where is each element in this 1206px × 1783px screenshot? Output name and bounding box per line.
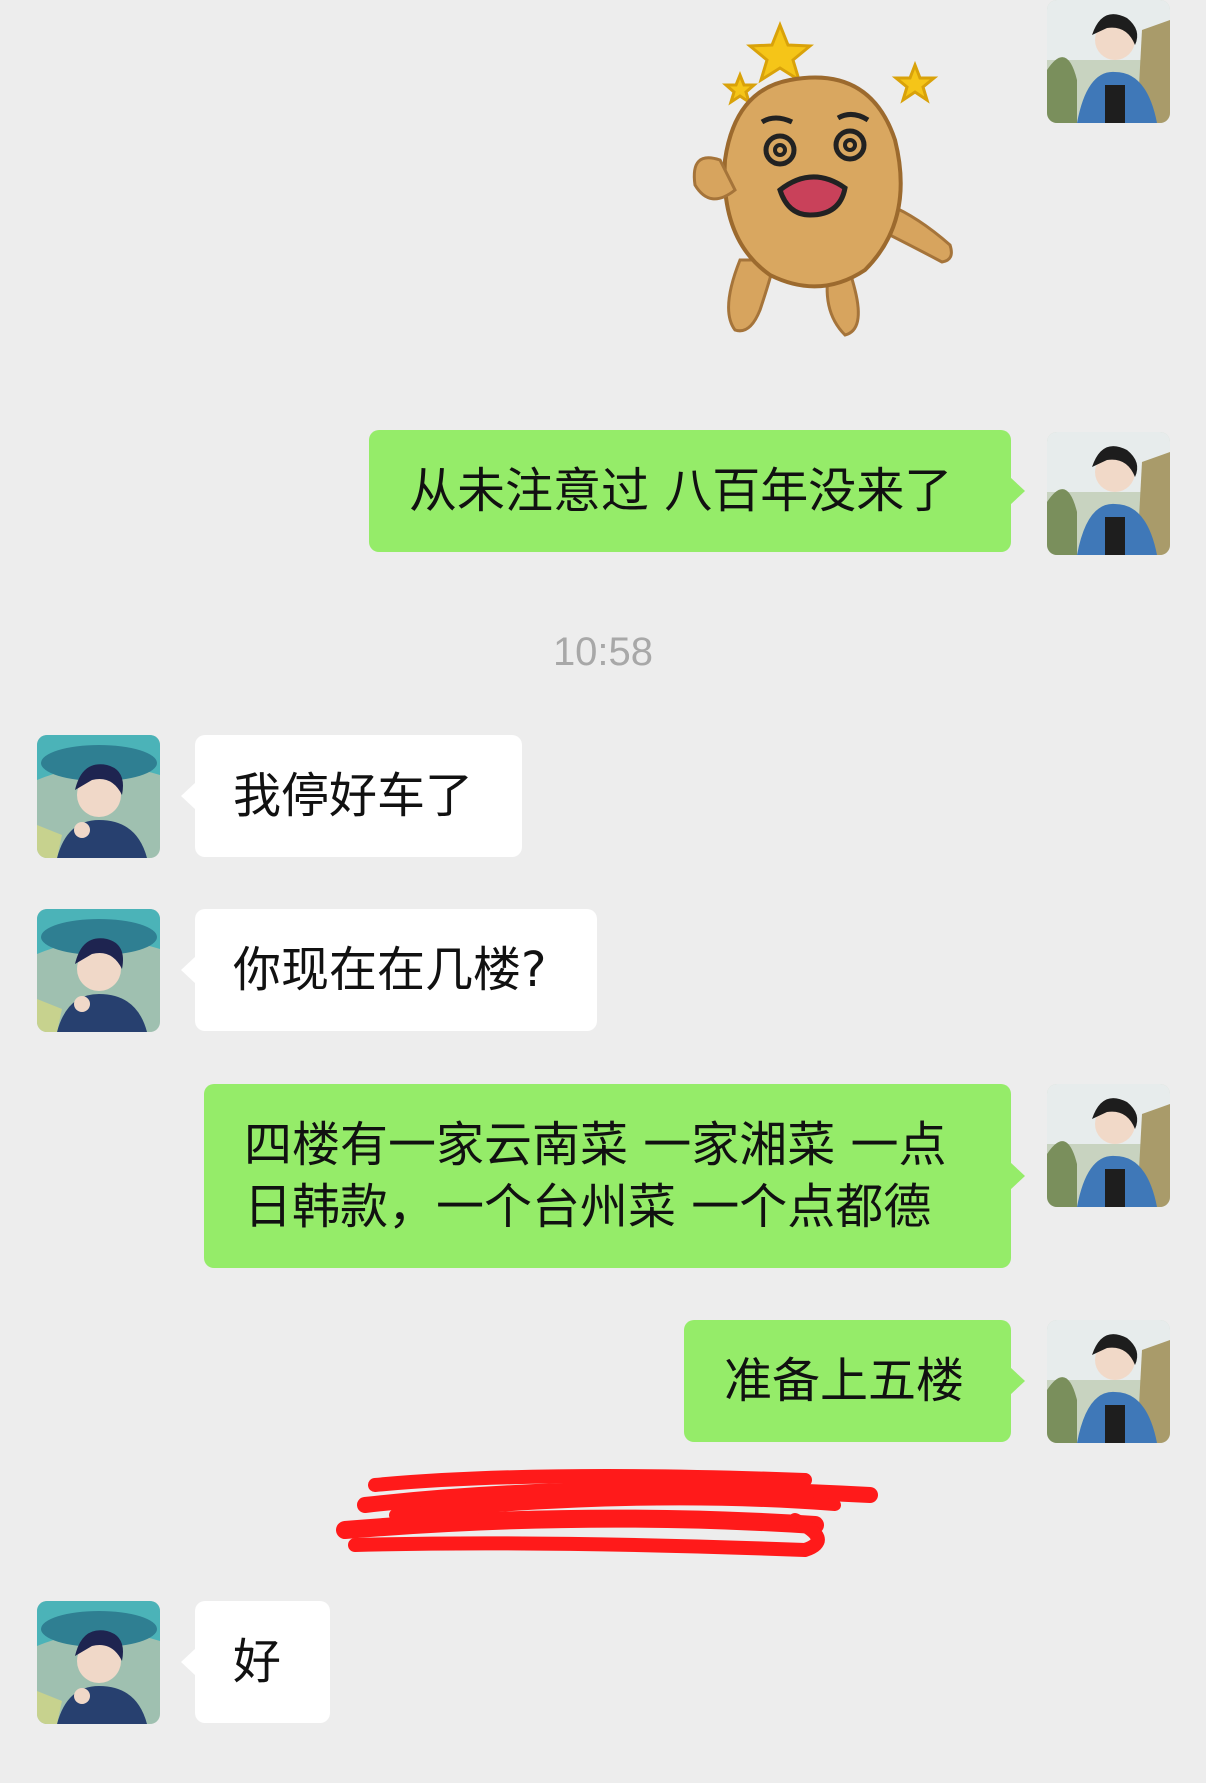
message-text: 好 [233, 1634, 282, 1690]
dizzy-potato-sticker[interactable] [680, 10, 980, 355]
redaction-scribble [336, 1469, 878, 1558]
message-text-line: 日韩款，一个台州菜 一个点都德 [244, 1179, 932, 1235]
chat-window: 从未注意过 八百年没来了 10:58 我停好车了 你现在在几楼? 四楼有一家云南… [0, 0, 1206, 1783]
my-avatar-image [1047, 1084, 1170, 1207]
my-avatar[interactable] [1047, 0, 1170, 123]
my-avatar-image [1047, 432, 1170, 555]
contact-avatar[interactable] [37, 909, 160, 1032]
outgoing-message-bubble[interactable]: 四楼有一家云南菜 一家湘菜 一点 日韩款，一个台州菜 一个点都德 [204, 1084, 1025, 1268]
my-avatar[interactable] [1047, 432, 1170, 555]
contact-avatar-image [37, 909, 160, 1032]
incoming-message-bubble[interactable]: 我停好车了 [181, 735, 522, 857]
contact-avatar[interactable] [37, 735, 160, 858]
message-text: 从未注意过 八百年没来了 [409, 463, 953, 519]
my-avatar-image [1047, 0, 1170, 123]
outgoing-message-bubble[interactable]: 准备上五楼 [684, 1320, 1025, 1442]
outgoing-message-bubble[interactable]: 从未注意过 八百年没来了 [369, 430, 1025, 552]
my-avatar[interactable] [1047, 1084, 1170, 1207]
incoming-message-bubble[interactable]: 好 [181, 1601, 330, 1723]
my-avatar[interactable] [1047, 1320, 1170, 1443]
contact-avatar-image [37, 1601, 160, 1724]
message-timestamp: 10:58 [552, 630, 654, 674]
incoming-message-bubble[interactable]: 你现在在几楼? [181, 909, 597, 1031]
my-avatar-image [1047, 1320, 1170, 1443]
message-text-line: 四楼有一家云南菜 一家湘菜 一点 [244, 1117, 947, 1173]
contact-avatar-image [37, 735, 160, 858]
contact-avatar[interactable] [37, 1601, 160, 1724]
message-text: 准备上五楼 [724, 1353, 965, 1409]
message-text: 你现在在几楼? [233, 942, 547, 998]
message-text: 我停好车了 [233, 768, 474, 824]
